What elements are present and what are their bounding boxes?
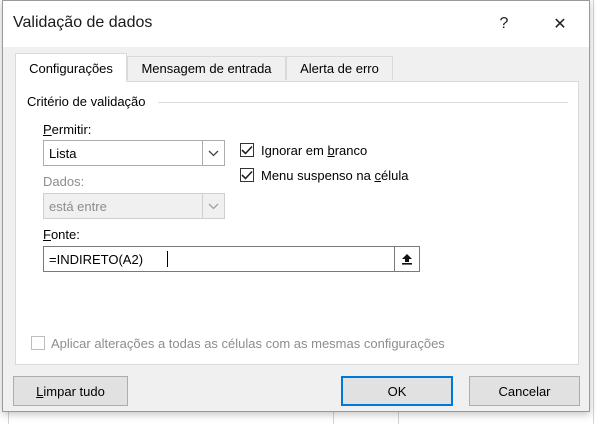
collapse-dialog-icon[interactable] [394,247,419,271]
source-label: Fonte: [43,227,80,242]
ignore-blank-checkbox[interactable] [240,143,254,157]
close-icon: ✕ [553,16,567,33]
settings-panel: Critério de validação Permitir: Lista Da… [15,81,579,365]
tab-label: Alerta de erro [300,61,379,76]
allow-label: Permitir: [43,122,92,137]
source-value: =INDIRETO(A2) [49,252,144,267]
allow-value: Lista [49,146,77,161]
in-cell-dropdown-label[interactable]: Menu suspenso na célula [261,168,408,183]
data-label: Dados: [43,174,85,189]
tab-configuracoes[interactable]: Configurações [15,53,127,82]
chevron-down-icon[interactable] [202,194,224,218]
cancel-label: Cancelar [498,383,551,399]
text-caret [167,251,168,267]
data-value: está entre [49,199,107,214]
validation-criteria-label: Critério de validação [27,94,146,109]
ignore-blank-label[interactable]: Ignorar em branco [261,143,367,158]
group-divider [158,102,568,103]
ok-button[interactable]: OK [341,376,453,406]
tab-alerta-de-erro[interactable]: Alerta de erro [286,56,393,80]
data-validation-dialog: Validação de dados ? ✕ Configurações Men… [2,0,590,412]
apply-all-checkbox[interactable] [31,336,45,350]
allow-select[interactable]: Lista [43,140,225,166]
grid-line [593,0,594,424]
data-select[interactable]: está entre [43,193,225,219]
ok-label: OK [387,383,407,399]
close-button[interactable]: ✕ [543,9,577,39]
checkmark-icon [241,170,253,180]
help-icon: ? [499,15,509,32]
cancel-button[interactable]: Cancelar [469,376,580,406]
apply-all-label[interactable]: Aplicar alterações a todas as células co… [51,336,445,351]
source-input[interactable]: =INDIRETO(A2) [43,246,420,272]
dialog-title: Validação de dados [13,14,153,31]
tab-mensagem-de-entrada[interactable]: Mensagem de entrada [127,56,286,80]
chevron-down-icon[interactable] [202,141,224,165]
tab-label: Mensagem de entrada [141,61,272,76]
tab-label: Configurações [29,60,113,76]
checkmark-icon [241,145,253,155]
clear-all-button[interactable]: Limpar tudo [13,376,128,406]
clear-all-label: Limpar tudo [36,383,105,399]
help-button[interactable]: ? [487,9,521,39]
in-cell-dropdown-checkbox[interactable] [240,168,254,182]
title-bar[interactable]: Validação de dados ? ✕ [3,1,589,47]
